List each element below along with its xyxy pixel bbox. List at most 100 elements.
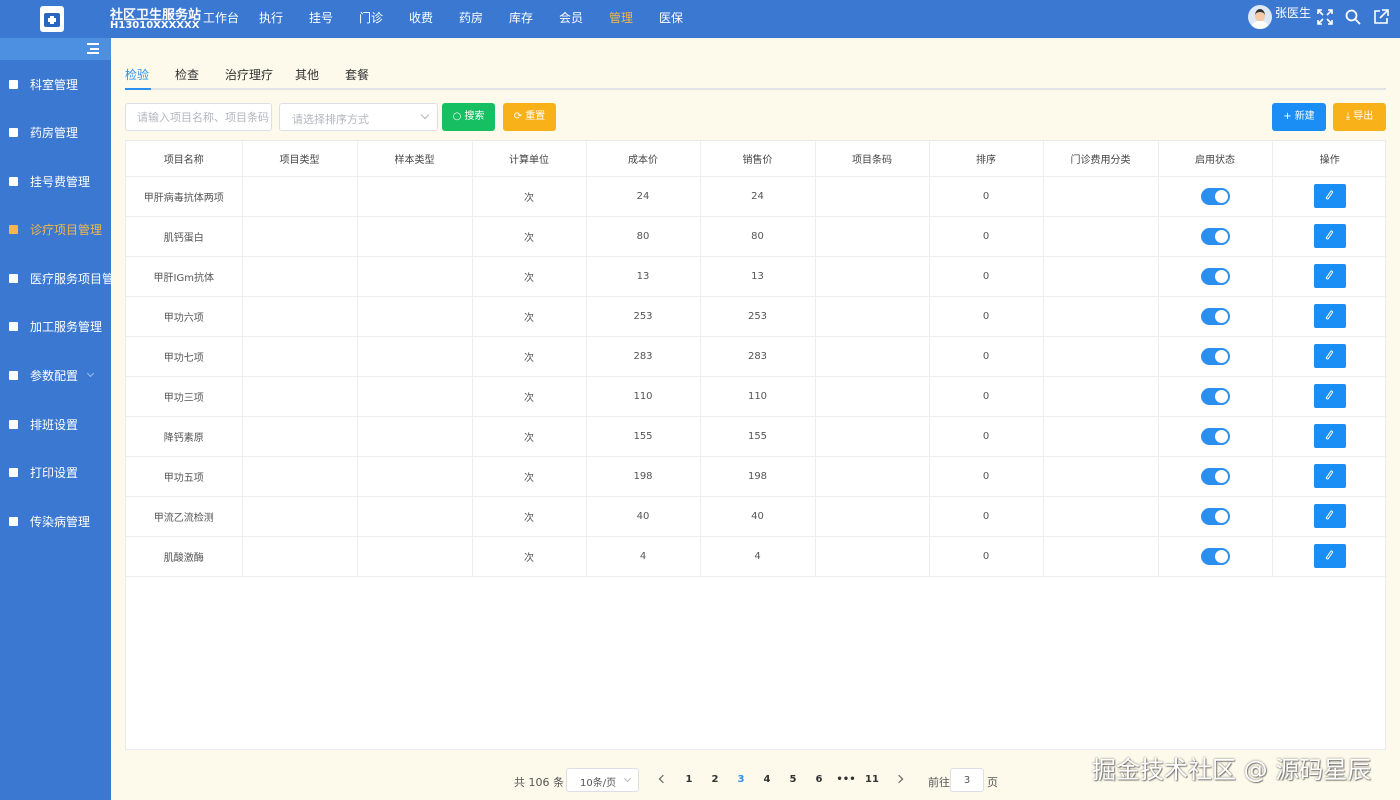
enabled-toggle[interactable] <box>1200 227 1230 245</box>
tab-lab-test[interactable]: 检验 <box>125 66 149 83</box>
nav-insurance[interactable]: 医保 <box>646 0 696 38</box>
nav-workbench[interactable]: 工作台 <box>196 0 246 38</box>
page-button[interactable]: 11 <box>859 768 885 792</box>
page-button[interactable]: 4 <box>754 768 780 792</box>
nav-management[interactable]: 管理 <box>596 0 646 38</box>
page-button[interactable]: 6 <box>806 768 832 792</box>
search-input[interactable] <box>125 103 272 131</box>
cell-sale-price: 198 <box>700 456 816 497</box>
tab-package[interactable]: 套餐 <box>345 66 369 83</box>
cell-enabled <box>1158 216 1273 257</box>
enabled-toggle[interactable] <box>1200 387 1230 405</box>
edit-button[interactable] <box>1313 544 1346 568</box>
logout-icon[interactable] <box>1373 9 1389 25</box>
page-button-current[interactable]: 3 <box>728 768 754 792</box>
nav-execute[interactable]: 执行 <box>246 0 296 38</box>
edit-button[interactable] <box>1313 184 1346 208</box>
sidebar-item-parameter-config[interactable]: 参数配置 <box>0 356 111 396</box>
cell-fee-category <box>1043 376 1159 417</box>
edit-icon <box>1325 190 1334 200</box>
sidebar-item-print[interactable]: 打印设置 <box>0 453 111 493</box>
table-row: 甲功三项次 110 110 0 <box>126 376 1387 417</box>
user-name[interactable]: 张医生 <box>1275 4 1311 21</box>
nav-registration[interactable]: 挂号 <box>296 0 346 38</box>
page-button[interactable]: 5 <box>780 768 806 792</box>
new-button[interactable]: + 新建 <box>1272 103 1326 131</box>
sidebar-item-medical-service[interactable]: 医疗服务项目管理 <box>0 259 111 299</box>
sidebar-item-registration-fee[interactable]: 挂号费管理 <box>0 162 111 202</box>
sidebar-item-diagnosis-items[interactable]: 诊疗项目管理 <box>0 210 111 250</box>
search-icon[interactable] <box>1345 9 1361 25</box>
edit-icon <box>1325 230 1334 240</box>
reset-button[interactable]: ⟳ 重置 <box>503 103 556 131</box>
enabled-toggle[interactable] <box>1200 347 1230 365</box>
column-header: 销售价 <box>700 141 816 177</box>
page-size-select[interactable]: 10条/页 <box>566 768 639 792</box>
cell-fee-category <box>1043 216 1159 257</box>
edit-button[interactable] <box>1313 224 1346 248</box>
page-button[interactable]: 2 <box>702 768 728 792</box>
edit-button[interactable] <box>1313 464 1346 488</box>
menu-fold-icon <box>87 43 99 54</box>
edit-button[interactable] <box>1313 344 1346 368</box>
cell-barcode <box>815 336 930 377</box>
fullscreen-icon[interactable] <box>1317 9 1333 25</box>
goto-suffix: 页 <box>987 776 998 789</box>
sidebar-item-infectious-disease[interactable]: 传染病管理 <box>0 502 111 542</box>
enabled-toggle[interactable] <box>1200 547 1230 565</box>
cell-sample-type <box>357 376 473 417</box>
enabled-toggle[interactable] <box>1200 427 1230 445</box>
cell-enabled <box>1158 256 1273 297</box>
edit-button[interactable] <box>1313 304 1346 328</box>
nav-charge[interactable]: 收费 <box>396 0 446 38</box>
tab-other[interactable]: 其他 <box>295 66 319 83</box>
enabled-toggle[interactable] <box>1200 267 1230 285</box>
cell-item-type <box>242 336 358 377</box>
cell-item-name: 甲肝IGm抗体 <box>126 256 243 297</box>
sidebar-item-processing-service[interactable]: 加工服务管理 <box>0 307 111 347</box>
page-size-value: 10条/页 <box>580 778 617 789</box>
column-header: 项目名称 <box>126 141 243 177</box>
edit-button[interactable] <box>1313 384 1346 408</box>
cell-fee-category <box>1043 416 1159 457</box>
enabled-toggle[interactable] <box>1200 467 1230 485</box>
cell-sample-type <box>357 336 473 377</box>
sidebar-collapse-button[interactable] <box>0 38 111 60</box>
nav-outpatient[interactable]: 门诊 <box>346 0 396 38</box>
sidebar-item-label: 传染病管理 <box>30 515 91 529</box>
search-button[interactable]: ○ 搜索 <box>442 103 495 131</box>
edit-button[interactable] <box>1313 264 1346 288</box>
cell-item-type <box>242 296 358 337</box>
column-header: 操作 <box>1272 141 1387 177</box>
prev-page-icon[interactable] <box>658 774 668 784</box>
cell-barcode <box>815 256 930 297</box>
next-page-icon[interactable] <box>894 774 904 784</box>
cell-item-type <box>242 536 358 577</box>
export-button[interactable]: ⤓ 导出 <box>1333 103 1386 131</box>
sidebar-item-department[interactable]: 科室管理 <box>0 65 111 105</box>
nav-pharmacy[interactable]: 药房 <box>446 0 496 38</box>
tab-therapy[interactable]: 治疗理疗 <box>225 66 273 83</box>
sidebar-item-schedule[interactable]: 排班设置 <box>0 405 111 445</box>
enabled-toggle[interactable] <box>1200 507 1230 525</box>
tab-examination[interactable]: 检查 <box>175 66 199 83</box>
page-ellipsis[interactable]: ••• <box>833 768 859 792</box>
cell-unit: 次 <box>472 376 587 417</box>
avatar[interactable] <box>1248 5 1272 29</box>
sidebar-item-label: 挂号费管理 <box>30 175 91 189</box>
sort-select[interactable]: 请选择排序方式 <box>279 103 438 131</box>
cell-cost-price: 40 <box>586 496 701 537</box>
nav-member[interactable]: 会员 <box>546 0 596 38</box>
export-button-label: 导出 <box>1353 111 1374 122</box>
enabled-toggle[interactable] <box>1200 307 1230 325</box>
sidebar-item-pharmacy[interactable]: 药房管理 <box>0 113 111 153</box>
cell-barcode <box>815 176 930 217</box>
edit-button[interactable] <box>1313 504 1346 528</box>
edit-button[interactable] <box>1313 424 1346 448</box>
cell-sort: 0 <box>929 216 1044 257</box>
page-button[interactable]: 1 <box>676 768 702 792</box>
nav-inventory[interactable]: 库存 <box>496 0 546 38</box>
goto-page-input[interactable] <box>950 768 984 792</box>
enabled-toggle[interactable] <box>1200 187 1230 205</box>
search-button-label: 搜索 <box>464 111 485 122</box>
